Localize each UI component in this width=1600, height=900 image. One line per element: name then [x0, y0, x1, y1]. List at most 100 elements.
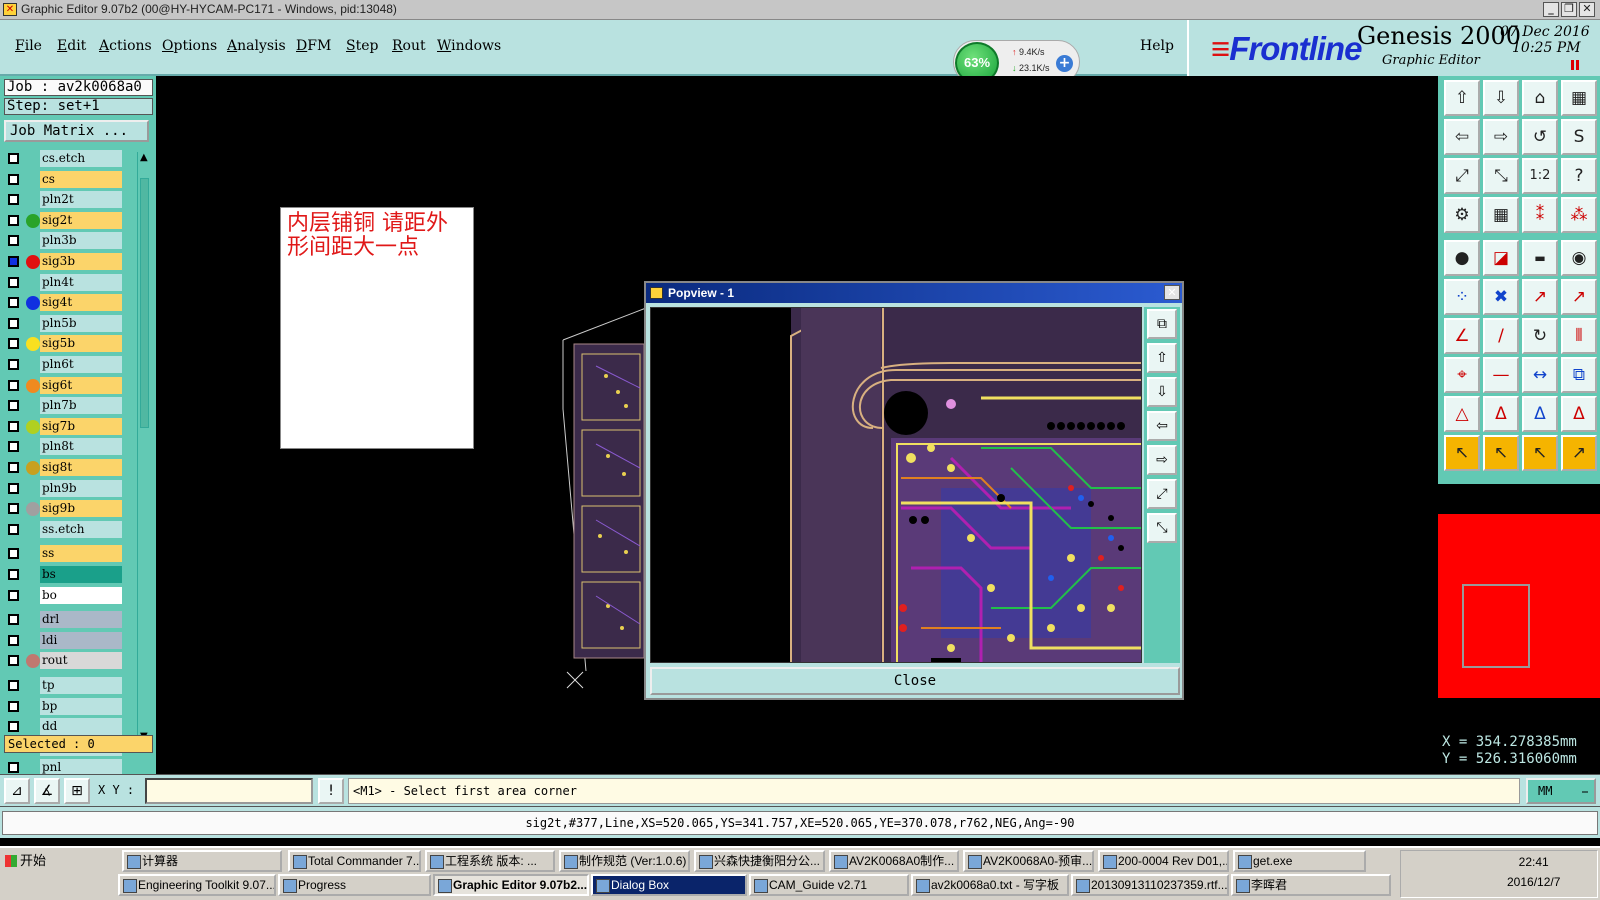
taskbar-item[interactable]: Graphic Editor 9.07b2... [433, 874, 589, 896]
layer-label[interactable]: sig4t [40, 294, 122, 312]
layer-row-ss-etch[interactable]: ss.etch [6, 520, 124, 538]
layer-row-sig5b[interactable]: sig5b [6, 335, 124, 353]
triangle-warning-icon[interactable]: △ [1444, 396, 1480, 432]
layer-checkbox[interactable] [8, 214, 19, 226]
layer-row-pln9b[interactable]: pln9b [6, 479, 124, 497]
net-compare-icon[interactable]: ⁂ [1561, 197, 1597, 233]
net-highlight-icon[interactable]: ⁑ [1522, 197, 1558, 233]
home-icon[interactable]: ⌂ [1522, 80, 1558, 116]
mirror-icon[interactable]: ⫴ [1561, 318, 1597, 354]
layer-checkbox[interactable] [8, 762, 19, 774]
layer-checkbox[interactable] [8, 655, 19, 667]
unit-selector[interactable]: MM ⎯ [1526, 778, 1596, 804]
layer-checkbox[interactable] [8, 153, 19, 164]
taskbar-item[interactable]: Progress [278, 874, 431, 896]
popview-close-button[interactable]: Close [650, 667, 1180, 695]
menu-edit[interactable]: Edit [57, 38, 86, 54]
layer-label[interactable]: pln3b [40, 232, 122, 250]
layer-label[interactable]: sig7b [40, 417, 122, 435]
layer-row-cs-etch[interactable]: cs.etch [6, 150, 124, 167]
popview-close-x-button[interactable]: ✕ [1164, 285, 1180, 300]
layer-checkbox[interactable] [8, 482, 19, 494]
popview-zoom-in-icon[interactable]: ⤢ [1147, 479, 1177, 509]
scroll-thumb[interactable] [140, 178, 149, 428]
layer-checkbox[interactable] [8, 420, 19, 432]
snap-icon[interactable]: ⌖ [1444, 357, 1480, 393]
popview-pan-down-icon[interactable]: ⇩ [1147, 377, 1177, 407]
plus-icon[interactable]: + [1056, 55, 1073, 72]
pan-up-icon[interactable]: ⇧ [1444, 80, 1480, 116]
layer-label[interactable]: pln7b [40, 397, 122, 415]
layer-label[interactable]: sig8t [40, 459, 122, 476]
layer-row-bs[interactable]: bs [6, 566, 124, 583]
layer-row-pln8t[interactable]: pln8t [6, 438, 124, 456]
layer-row-drl[interactable]: drl [6, 611, 124, 629]
overview-map[interactable] [1438, 514, 1600, 698]
draw-line-icon[interactable]: ◪ [1483, 240, 1519, 276]
pan-down-icon[interactable]: ⇩ [1483, 80, 1519, 116]
layer-row-pln3b[interactable]: pln3b [6, 232, 124, 250]
layer-checkbox[interactable] [8, 441, 19, 453]
layer-row-tp[interactable]: tp [6, 677, 124, 694]
taskbar-item[interactable]: 制作规范 (Ver:1.0.6) [559, 850, 690, 872]
ruler-icon[interactable]: ▬ [1522, 240, 1558, 276]
layer-checkbox[interactable] [8, 523, 19, 535]
slash-icon[interactable]: / [1483, 318, 1519, 354]
xy-input[interactable] [145, 778, 313, 804]
layer-checkbox[interactable] [8, 194, 19, 206]
layer-row-sig3b[interactable]: sig3b [6, 253, 124, 270]
pointer-select-icon[interactable]: ↖ [1483, 435, 1519, 471]
minimize-button[interactable]: _ [1543, 2, 1559, 17]
layer-row-sig8t[interactable]: sig8t [6, 459, 124, 476]
job-matrix-button[interactable]: Job Matrix ... [4, 120, 149, 142]
layer-checkbox[interactable] [8, 589, 19, 601]
taskbar-item[interactable]: Total Commander 7... [288, 850, 421, 872]
popview-titlebar[interactable]: Popview - 1 ✕ [646, 283, 1182, 303]
connect-icon[interactable]: ⁘ [1444, 279, 1480, 315]
feature-select-icon[interactable]: ● [1444, 240, 1480, 276]
layer-scrollbar[interactable]: ▲ ▼ [137, 152, 151, 742]
layer-checkbox[interactable] [8, 338, 19, 350]
layer-label[interactable]: ss.etch [40, 520, 122, 538]
snap-mode-icon[interactable]: ⊿ [4, 778, 30, 804]
layer-label[interactable]: tp [40, 677, 122, 694]
taskbar-item[interactable]: 兴森快捷衡阳分公... [694, 850, 825, 872]
layer-label[interactable]: sig2t [40, 211, 122, 229]
taskbar-item[interactable]: 工程系统 版本: ... [425, 850, 555, 872]
angle-icon[interactable]: ∠ [1444, 318, 1480, 354]
layer-label[interactable]: cs [40, 170, 122, 188]
popview-zoom-out-icon[interactable]: ⤡ [1147, 513, 1177, 543]
taskbar-item[interactable]: AV2K0068A0-预审... [963, 850, 1094, 872]
close-window-button[interactable]: ✕ [1579, 2, 1595, 17]
taskbar-item[interactable]: get.exe [1233, 850, 1366, 872]
layer-row-sig7b[interactable]: sig7b [6, 417, 124, 435]
layer-checkbox[interactable] [8, 721, 19, 733]
layer-label[interactable]: pln8t [40, 438, 122, 456]
layer-checkbox[interactable] [8, 173, 19, 185]
grid-snap-icon[interactable]: ⊞ [64, 778, 90, 804]
layer-checkbox[interactable] [8, 379, 19, 391]
scroll-up-icon[interactable]: ▲ [140, 152, 148, 163]
taskbar-item[interactable]: Dialog Box [591, 874, 747, 896]
start-button[interactable]: 开始 [2, 852, 52, 872]
layer-row-pln2t[interactable]: pln2t [6, 191, 124, 209]
layer-label[interactable]: pln5b [40, 314, 122, 332]
layer-label[interactable]: sig9b [40, 500, 122, 518]
layer-label[interactable]: dd [40, 718, 122, 736]
menu-rout[interactable]: Rout [392, 38, 426, 54]
layer-checkbox[interactable] [8, 700, 19, 712]
alert-icon[interactable]: ! [318, 778, 344, 804]
move-icon[interactable]: ↗ [1522, 279, 1558, 315]
layer-checkbox[interactable] [8, 503, 19, 515]
layer-label[interactable]: bo [40, 586, 122, 604]
layer-label[interactable]: rout [40, 652, 122, 670]
grid-icon[interactable]: ▦ [1483, 197, 1519, 233]
zoom-in-icon[interactable]: ⤢ [1444, 158, 1480, 194]
zoom-1to2-icon[interactable]: 1:2 [1522, 158, 1558, 194]
layer-label[interactable]: bs [40, 566, 122, 583]
layer-checkbox[interactable] [8, 634, 19, 646]
menu-help[interactable]: Help [1140, 38, 1174, 54]
layer-checkbox[interactable] [8, 462, 19, 473]
taskbar-item[interactable]: Engineering Toolkit 9.07... [118, 874, 276, 896]
layer-row-dd[interactable]: dd [6, 718, 124, 736]
